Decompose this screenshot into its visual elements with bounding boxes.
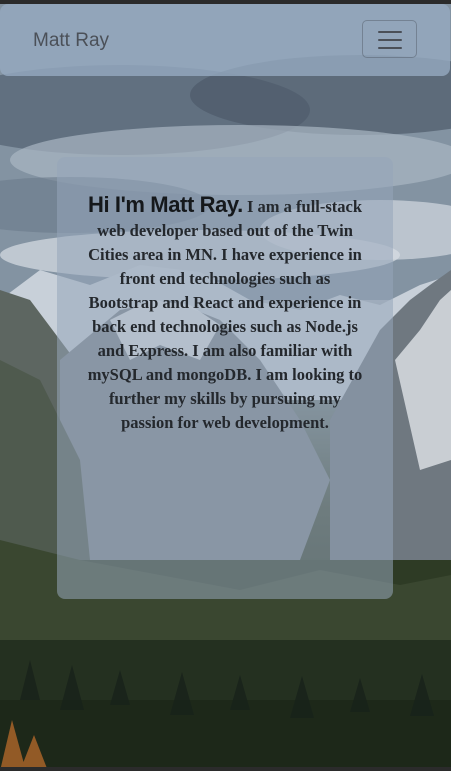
about-paragraph: Hi I'm Matt Ray. I am a full-stack web d…: [87, 193, 363, 435]
page: Matt Ray Hi I'm Matt Ray. I am a full-st…: [0, 0, 451, 771]
hamburger-menu-icon: [378, 31, 402, 49]
about-card: Hi I'm Matt Ray. I am a full-stack web d…: [57, 157, 393, 599]
about-body: I am a full-stack web developer based ou…: [87, 197, 363, 432]
window-bottom-edge: [0, 767, 451, 771]
navbar-toggler-button[interactable]: [362, 20, 417, 58]
about-heading: Hi I'm Matt Ray.: [87, 192, 243, 217]
brand-link[interactable]: Matt Ray: [33, 30, 109, 52]
navbar: Matt Ray: [0, 4, 450, 76]
